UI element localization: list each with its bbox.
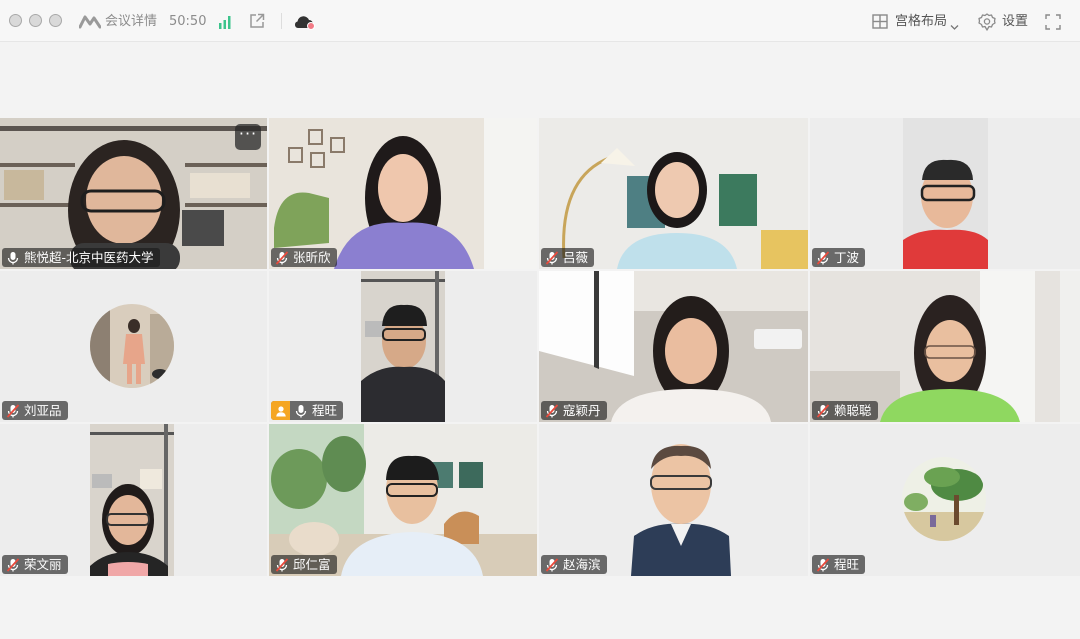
- participant-name-tag: 赵海滨: [541, 555, 607, 574]
- participant-name: 程旺: [834, 557, 860, 572]
- fullscreen-icon[interactable]: [1045, 14, 1061, 34]
- microphone-icon: [293, 403, 309, 419]
- video-tile[interactable]: 吕薇: [539, 118, 808, 269]
- video-tile[interactable]: 丁波: [810, 118, 1080, 269]
- microphone-icon: [5, 250, 21, 266]
- video-tile[interactable]: 张昕欣: [269, 118, 537, 269]
- participant-avatar: [90, 304, 174, 388]
- share-link-icon[interactable]: [249, 13, 265, 33]
- video-grid: ··· 熊悦超-北京中医药大学 张昕欣 吕薇 丁波 刘亚品 程旺 寇颖丹 赖聪聪…: [0, 118, 1080, 576]
- participant-name: 熊悦超-北京中医药大学: [24, 250, 154, 265]
- meeting-details-link[interactable]: 会议详情: [105, 13, 157, 31]
- layout-dropdown[interactable]: 宫格布局: [895, 13, 947, 31]
- video-tile[interactable]: 程旺: [269, 271, 537, 422]
- meeting-logo-icon: [78, 14, 102, 33]
- video-feed: [903, 118, 988, 269]
- video-feed: [90, 424, 174, 576]
- video-feed: [361, 271, 445, 422]
- video-tile[interactable]: 邱仁富: [269, 424, 537, 576]
- cloud-record-icon[interactable]: [293, 14, 317, 34]
- participant-name-tag: 寇颖丹: [541, 401, 607, 420]
- video-tile[interactable]: 程旺: [810, 424, 1080, 576]
- participant-name-tag: 刘亚品: [2, 401, 68, 420]
- participant-name-tag: 吕薇: [541, 248, 595, 267]
- participant-name-tag: 程旺: [271, 401, 344, 420]
- participant-name: 荣文丽: [24, 557, 62, 572]
- microphone-muted-icon: [544, 250, 560, 266]
- video-feed: [810, 271, 1080, 422]
- participant-name-tag: 荣文丽: [2, 555, 68, 574]
- microphone-muted-icon: [5, 403, 21, 419]
- microphone-muted-icon: [815, 250, 831, 266]
- host-user-icon: [271, 401, 290, 420]
- more-options-button[interactable]: ···: [235, 124, 261, 150]
- participant-name: 吕薇: [563, 250, 589, 265]
- participant-name: 赖聪聪: [834, 403, 872, 418]
- microphone-muted-icon: [544, 403, 560, 419]
- participant-name: 寇颖丹: [563, 403, 601, 418]
- microphone-muted-icon: [274, 557, 290, 573]
- participant-avatar: [902, 457, 986, 541]
- chevron-down-icon[interactable]: [950, 16, 959, 35]
- microphone-muted-icon: [815, 557, 831, 573]
- video-tile[interactable]: ··· 熊悦超-北京中医药大学: [0, 118, 267, 269]
- video-tile[interactable]: 荣文丽: [0, 424, 267, 576]
- participant-name-tag: 程旺: [812, 555, 866, 574]
- participant-name: 张昕欣: [293, 250, 331, 265]
- video-feed: [631, 444, 731, 576]
- window-close-button[interactable]: [9, 14, 22, 27]
- window-zoom-button[interactable]: [49, 14, 62, 27]
- microphone-muted-icon: [274, 250, 290, 266]
- participant-name: 刘亚品: [24, 403, 62, 418]
- participant-name-tag: 张昕欣: [271, 248, 337, 267]
- video-feed: [539, 271, 808, 422]
- participant-name-tag: 赖聪聪: [812, 401, 878, 420]
- video-tile[interactable]: 寇颖丹: [539, 271, 808, 422]
- video-feed: [269, 424, 537, 576]
- signal-icon[interactable]: [218, 14, 232, 33]
- meeting-timer: 50:50: [169, 14, 207, 29]
- settings-button[interactable]: 设置: [1002, 13, 1028, 31]
- window-minimize-button[interactable]: [29, 14, 42, 27]
- participant-name: 赵海滨: [563, 557, 601, 572]
- grid-layout-icon[interactable]: [872, 14, 888, 33]
- gear-icon[interactable]: [978, 13, 996, 35]
- video-tile[interactable]: 赖聪聪: [810, 271, 1080, 422]
- participant-name-tag: 熊悦超-北京中医药大学: [2, 248, 160, 267]
- participant-name: 邱仁富: [293, 557, 331, 572]
- participant-name: 程旺: [312, 403, 338, 418]
- video-tile[interactable]: 赵海滨: [539, 424, 808, 576]
- video-feed: [269, 118, 537, 269]
- video-feed: [539, 118, 808, 269]
- video-feed: [0, 118, 267, 269]
- microphone-muted-icon: [5, 557, 21, 573]
- title-bar: 会议详情 50:50 宫格布局 设置: [0, 0, 1080, 42]
- participant-name-tag: 丁波: [812, 248, 866, 267]
- participant-name-tag: 邱仁富: [271, 555, 337, 574]
- toolbar-divider: [281, 13, 282, 29]
- microphone-muted-icon: [815, 403, 831, 419]
- microphone-muted-icon: [544, 557, 560, 573]
- participant-name: 丁波: [834, 250, 860, 265]
- video-tile[interactable]: 刘亚品: [0, 271, 267, 422]
